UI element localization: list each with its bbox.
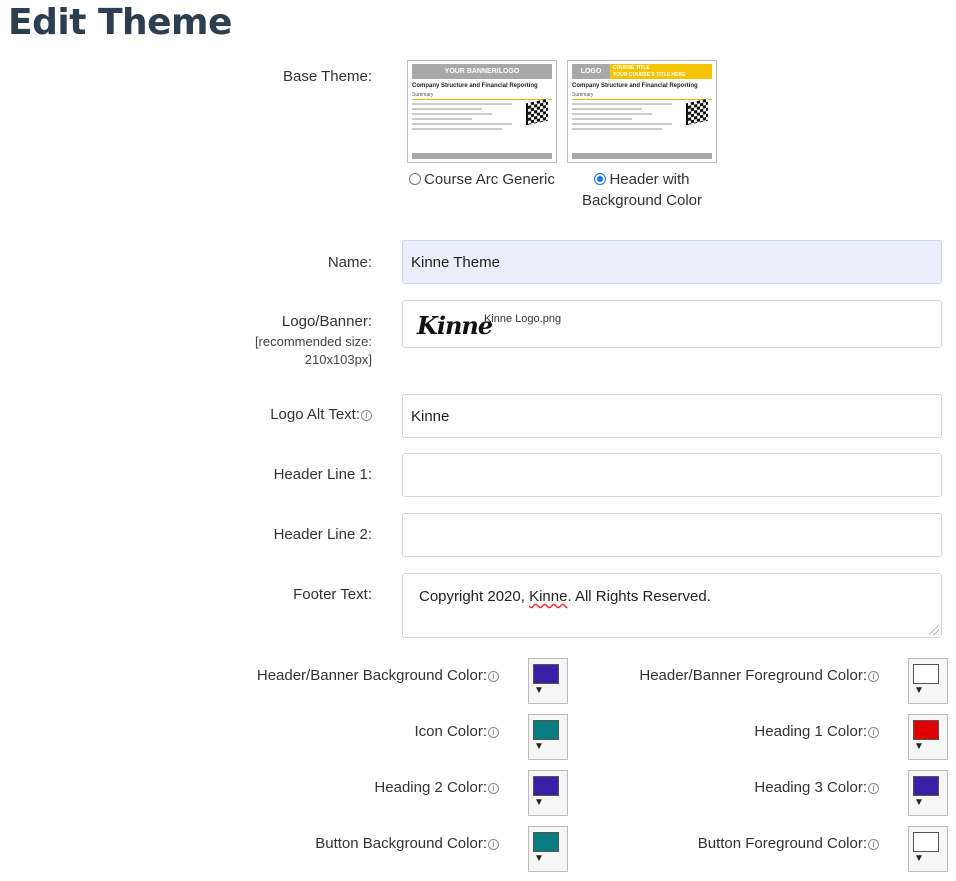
resize-handle[interactable] [929,625,939,635]
thumb-title: Company Structure and Financial Reportin… [572,83,698,89]
color-swatch [533,776,559,796]
checkered-flag-icon [686,98,708,126]
caret-down-icon: ▼ [914,741,924,752]
theme-thumb-course-arc-generic[interactable]: YOUR BANNER/LOGO Company Structure and F… [407,60,557,163]
header-line-1-label: Header Line 1: [273,466,372,483]
header-fg-color-label: Header/Banner Foreground Color: i [639,667,879,684]
heading-3-color-label: Heading 3 Color: i [754,779,879,796]
logo-upload-field[interactable]: Kinne Kinne Logo.png [402,300,942,348]
info-icon[interactable]: i [868,838,879,850]
thumb-rule [572,99,712,100]
color-swatch [913,776,939,796]
button-fg-color-picker[interactable]: ▼ [908,826,948,872]
info-icon[interactable]: i [868,726,879,738]
thumb-rule [412,99,552,100]
header-fg-color-picker[interactable]: ▼ [908,658,948,704]
thumb-text-lines [572,103,672,133]
heading-1-color-picker[interactable]: ▼ [908,714,948,760]
info-icon[interactable]: i [488,726,499,738]
caret-down-icon: ▼ [534,685,544,696]
name-input[interactable] [402,240,942,284]
button-bg-color-picker[interactable]: ▼ [528,826,568,872]
thumb-subtitle: Summary [572,92,594,98]
thumb-text-lines [412,103,512,133]
radio-button[interactable] [409,173,421,185]
icon-color-label: Icon Color: i [414,723,499,740]
thumb-subtitle: Summary [412,92,434,98]
header-bg-color-picker[interactable]: ▼ [528,658,568,704]
info-icon[interactable]: i [488,838,499,850]
thumb-title: Company Structure and Financial Reportin… [412,83,538,89]
heading-1-color-label: Heading 1 Color: i [754,723,879,740]
theme-thumb-header-bg-color[interactable]: LOGO COURSE TITLE YOUR COURSE'S TITLE HER… [567,60,717,163]
header-line-1-input[interactable] [402,453,942,497]
kinne-logo-image: Kinne [417,311,493,340]
color-swatch [533,664,559,684]
icon-color-picker[interactable]: ▼ [528,714,568,760]
thumb-header-bar: COURSE TITLE YOUR COURSE'S TITLE HERE [610,64,712,79]
header-bg-color-label: Header/Banner Background Color: i [257,667,499,684]
radio-course-arc-generic[interactable]: Course Arc Generic [409,169,555,190]
logo-banner-label: Logo/Banner: [281,313,372,330]
radio-header-with-background-color[interactable]: Header with Background Color [576,169,708,211]
color-swatch [533,832,559,852]
name-label: Name: [327,254,372,271]
logo-alt-text-label: Logo Alt Text: i [270,406,372,423]
heading-3-color-picker[interactable]: ▼ [908,770,948,816]
heading-2-color-label: Heading 2 Color: i [374,779,499,796]
radio-button-checked[interactable] [594,173,607,185]
caret-down-icon: ▼ [914,797,924,808]
color-swatch [533,720,559,740]
logo-size-hint: [recommended size: 210x103px] [254,334,372,367]
color-swatch [913,664,939,684]
logo-alt-text-input[interactable] [402,394,942,438]
logo-filename: Kinne Logo.png [484,313,562,325]
thumb-logo: LOGO [572,64,610,79]
caret-down-icon: ▼ [914,685,924,696]
color-swatch [913,720,939,740]
header-line-2-label: Header Line 2: [273,526,372,543]
checkered-flag-icon [526,98,548,126]
caret-down-icon: ▼ [534,853,544,864]
info-icon[interactable]: i [488,670,499,682]
caret-down-icon: ▼ [914,853,924,864]
info-icon[interactable]: i [361,409,372,421]
page-title: Edit Theme [8,2,232,43]
caret-down-icon: ▼ [534,797,544,808]
thumb-footer [412,153,552,159]
thumb-footer [572,153,712,159]
footer-text-label: Footer Text: [293,586,372,603]
color-swatch [913,832,939,852]
info-icon[interactable]: i [488,782,499,794]
info-icon[interactable]: i [868,782,879,794]
caret-down-icon: ▼ [534,741,544,752]
thumb-banner: YOUR BANNER/LOGO [412,64,552,79]
footer-text-area[interactable]: Copyright 2020, Kinne. All Rights Reserv… [402,573,942,638]
base-theme-label: Base Theme: [283,68,372,85]
button-bg-color-label: Button Background Color: i [315,835,499,852]
info-icon[interactable]: i [868,670,879,682]
heading-2-color-picker[interactable]: ▼ [528,770,568,816]
button-fg-color-label: Button Foreground Color: i [698,835,879,852]
header-line-2-input[interactable] [402,513,942,557]
